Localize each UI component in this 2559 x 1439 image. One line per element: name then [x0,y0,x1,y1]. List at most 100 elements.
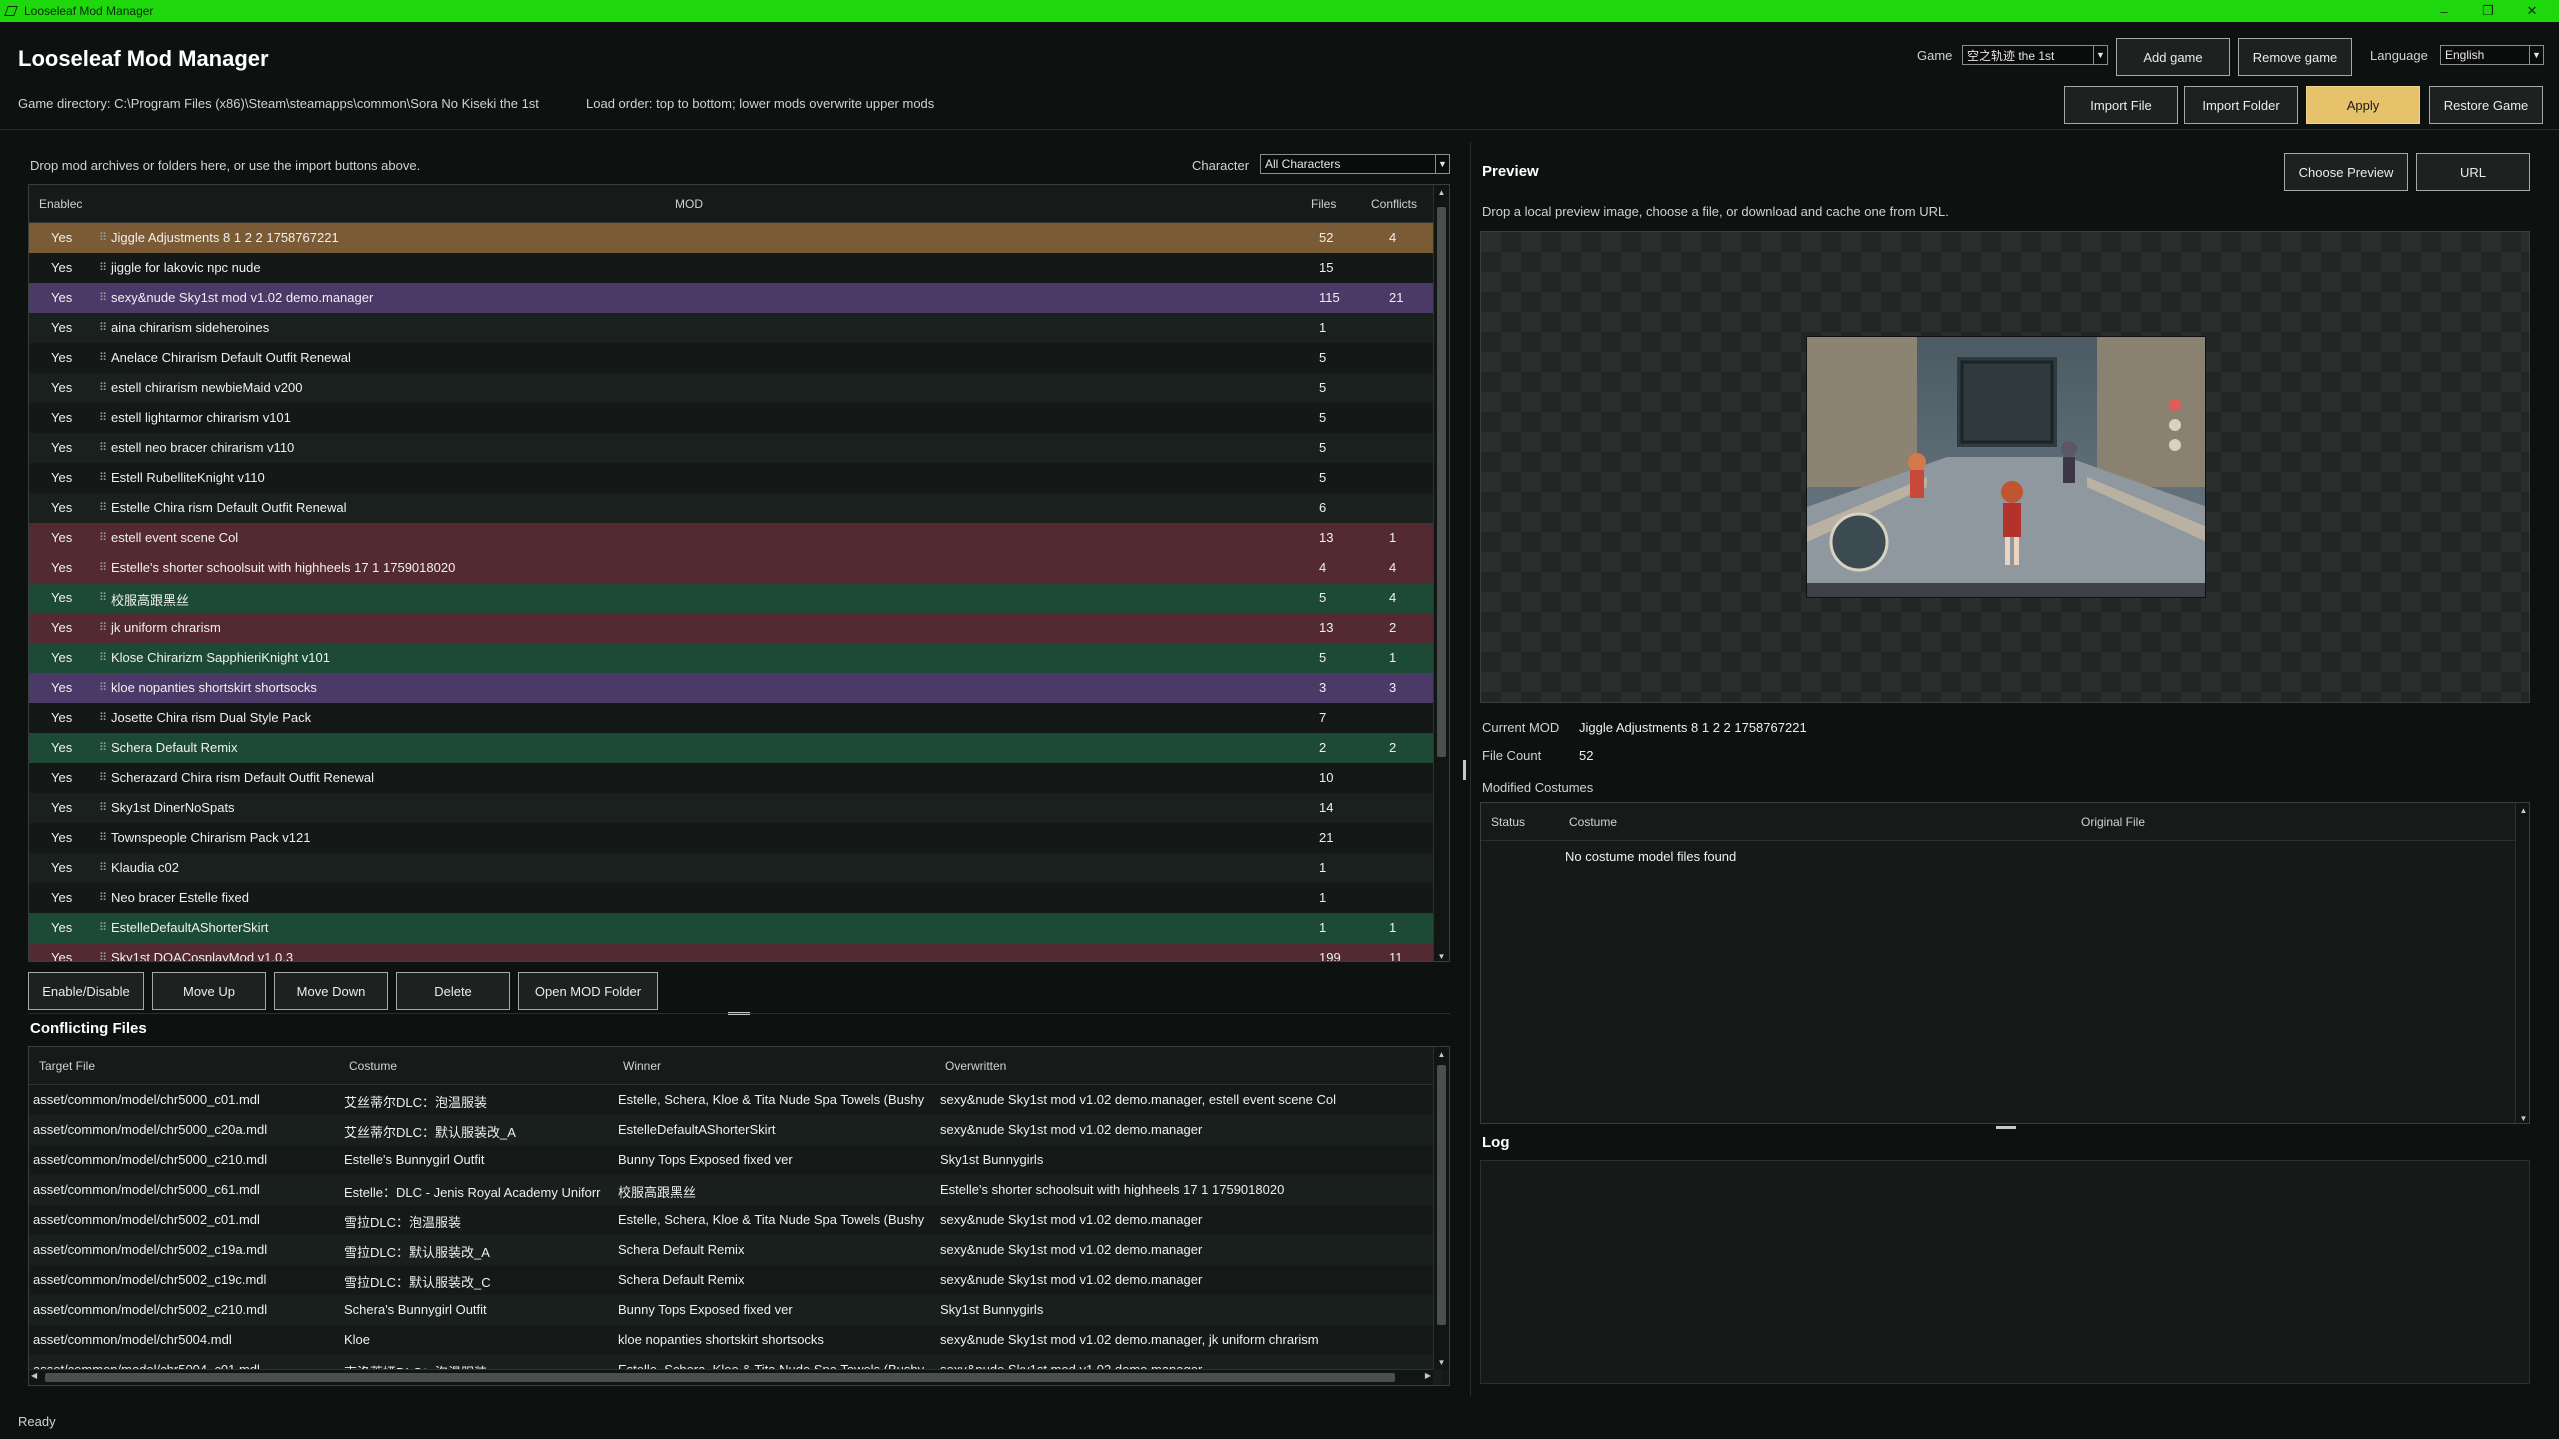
conflict-row[interactable]: asset/common/model/chr5002_c19a.mdl 雪拉DLC… [29,1235,1441,1265]
column-enabled[interactable]: Enablec [39,197,82,211]
choose-preview-button[interactable]: Choose Preview [2284,153,2408,191]
drag-handle-icon[interactable]: ⠿ [99,741,107,754]
column-conflicts[interactable]: Conflicts [1371,197,1417,211]
column-winner[interactable]: Winner [623,1059,661,1073]
drag-handle-icon[interactable]: ⠿ [99,441,107,454]
drag-handle-icon[interactable]: ⠿ [99,831,107,844]
scroll-up-icon[interactable]: ▲ [1434,185,1449,199]
mod-row[interactable]: Yes ⠿ Estelle's shorter schoolsuit with hi… [29,553,1433,583]
mod-row[interactable]: Yes ⠿ Sky1st DinerNoSpats 14 [29,793,1433,823]
scroll-left-icon[interactable]: ◀ [31,1371,37,1380]
mod-row[interactable]: Yes ⠿ Jiggle Adjustments 8 1 2 2 175876722… [29,223,1433,253]
mod-row[interactable]: Yes ⠿ Scherazard Chira rism Default Outfit… [29,763,1433,793]
drag-handle-icon[interactable]: ⠿ [99,501,107,514]
url-button[interactable]: URL [2416,153,2530,191]
horizontal-splitter-handle[interactable] [1463,760,1466,780]
drag-handle-icon[interactable]: ⠿ [99,771,107,784]
scroll-up-icon[interactable]: ▲ [2516,803,2529,817]
log-output[interactable] [1480,1160,2530,1384]
drag-handle-icon[interactable]: ⠿ [99,321,107,334]
open-mod-folder-button[interactable]: Open MOD Folder [518,972,658,1010]
drag-handle-icon[interactable]: ⠿ [99,411,107,424]
drag-handle-icon[interactable]: ⠿ [99,531,107,544]
conflicts-scrollbar[interactable]: ▲ ▼ [1433,1047,1449,1369]
drag-handle-icon[interactable]: ⠿ [99,621,107,634]
drag-handle-icon[interactable]: ⠿ [99,231,107,244]
mod-row[interactable]: Yes ⠿ Klose Chirarizm SapphieriKnight v101… [29,643,1433,673]
conflicts-hscrollbar[interactable]: ◀ ▶ [29,1369,1433,1385]
drag-handle-icon[interactable]: ⠿ [99,351,107,364]
mod-row[interactable]: Yes ⠿ Estell RubelliteKnight v110 5 [29,463,1433,493]
drag-handle-icon[interactable]: ⠿ [99,681,107,694]
mod-row[interactable]: Yes ⠿ estell lightarmor chirarism v101 5 [29,403,1433,433]
column-original-file[interactable]: Original File [2081,815,2145,829]
restore-game-button[interactable]: Restore Game [2429,86,2543,124]
move-up-button[interactable]: Move Up [152,972,266,1010]
mod-row[interactable]: Yes ⠿ kloe nopanties shortskirt shortsocks… [29,673,1433,703]
drag-handle-icon[interactable]: ⠿ [99,801,107,814]
mod-row[interactable]: Yes ⠿ sexy&nude Sky1st mod v1.02 demo.mana… [29,283,1433,313]
mod-row[interactable]: Yes ⠿ estell neo bracer chirarism v110 5 [29,433,1433,463]
mod-row[interactable]: Yes ⠿ Townspeople Chirarism Pack v121 21 [29,823,1433,853]
column-mod[interactable]: MOD [675,197,703,211]
mod-row[interactable]: Yes ⠿ Schera Default Remix 2 2 [29,733,1433,763]
drag-handle-icon[interactable]: ⠿ [99,861,107,874]
scroll-down-icon[interactable]: ▼ [1434,949,1449,961]
conflict-row[interactable]: asset/common/model/chr5002_c210.mdl Scher… [29,1295,1441,1325]
drag-handle-icon[interactable]: ⠿ [99,891,107,904]
game-select[interactable]: 空之轨迹 the 1st ▼ [1962,45,2108,65]
close-icon[interactable]: ✕ [2510,0,2554,22]
mod-list-scrollbar[interactable]: ▲ ▼ [1433,185,1449,961]
mod-row[interactable]: Yes ⠿ EstelleDefaultAShorterSkirt 1 1 [29,913,1433,943]
mod-row[interactable]: Yes ⠿ Anelace Chirarism Default Outfit Ren… [29,343,1433,373]
column-costume[interactable]: Costume [1569,815,1617,829]
column-target-file[interactable]: Target File [39,1059,95,1073]
mod-row[interactable]: Yes ⠿ estell event scene Col 13 1 [29,523,1433,553]
column-costume[interactable]: Costume [349,1059,397,1073]
scroll-down-icon[interactable]: ▼ [2516,1111,2529,1123]
drag-handle-icon[interactable]: ⠿ [99,591,107,604]
scrollbar-thumb[interactable] [45,1373,1395,1382]
drag-handle-icon[interactable]: ⠿ [99,711,107,724]
import-file-button[interactable]: Import File [2064,86,2178,124]
conflict-row[interactable]: asset/common/model/chr5000_c61.mdl Estell… [29,1175,1441,1205]
conflict-row[interactable]: asset/common/model/chr5000_c210.mdl Estel… [29,1145,1441,1175]
drag-handle-icon[interactable]: ⠿ [99,951,107,961]
move-down-button[interactable]: Move Down [274,972,388,1010]
mod-row[interactable]: Yes ⠿ jk uniform chrarism 13 2 [29,613,1433,643]
drag-handle-icon[interactable]: ⠿ [99,651,107,664]
scroll-up-icon[interactable]: ▲ [1434,1047,1449,1061]
conflict-row[interactable]: asset/common/model/chr5000_c20a.mdl 艾丝蒂尔D… [29,1115,1441,1145]
conflict-row[interactable]: asset/common/model/chr5004.mdl Kloe kloe n… [29,1325,1441,1355]
scroll-right-icon[interactable]: ▶ [1425,1371,1431,1380]
mod-row[interactable]: Yes ⠿ Sky1st DOACosplayMod v1.0.3 199 11 [29,943,1433,961]
minimize-icon[interactable]: – [2422,0,2466,22]
conflict-row[interactable]: asset/common/model/chr5002_c19c.mdl 雪拉DLC… [29,1265,1441,1295]
character-select[interactable]: All Characters ▼ [1260,154,1450,174]
enable-disable-button[interactable]: Enable/Disable [28,972,144,1010]
drag-handle-icon[interactable]: ⠿ [99,291,107,304]
costumes-scrollbar[interactable]: ▲ ▼ [2515,803,2529,1123]
drag-handle-icon[interactable]: ⠿ [99,561,107,574]
mod-row[interactable]: Yes ⠿ Klaudia c02 1 [29,853,1433,883]
column-files[interactable]: Files [1311,197,1336,211]
mod-row[interactable]: Yes ⠿ aina chirarism sideheroines 1 [29,313,1433,343]
maximize-icon[interactable]: ❐ [2466,0,2510,22]
preview-splitter-handle[interactable] [1996,1126,2016,1129]
column-status[interactable]: Status [1491,815,1525,829]
drag-handle-icon[interactable]: ⠿ [99,471,107,484]
mod-row[interactable]: Yes ⠿ Estelle Chira rism Default Outfit Re… [29,493,1433,523]
mod-row[interactable]: Yes ⠿ 校服高跟黑丝 5 4 [29,583,1433,613]
language-select[interactable]: English ▼ [2440,45,2544,65]
mod-row[interactable]: Yes ⠿ jiggle for lakovic npc nude 15 [29,253,1433,283]
mod-row[interactable]: Yes ⠿ estell chirarism newbieMaid v200 5 [29,373,1433,403]
mod-row[interactable]: Yes ⠿ Neo bracer Estelle fixed 1 [29,883,1433,913]
column-overwritten[interactable]: Overwritten [945,1059,1006,1073]
apply-button[interactable]: Apply [2306,86,2420,124]
add-game-button[interactable]: Add game [2116,38,2230,76]
import-folder-button[interactable]: Import Folder [2184,86,2298,124]
scroll-down-icon[interactable]: ▼ [1434,1355,1449,1369]
conflict-row[interactable]: asset/common/model/chr5002_c01.mdl 雪拉DLC：… [29,1205,1441,1235]
remove-game-button[interactable]: Remove game [2238,38,2352,76]
delete-button[interactable]: Delete [396,972,510,1010]
